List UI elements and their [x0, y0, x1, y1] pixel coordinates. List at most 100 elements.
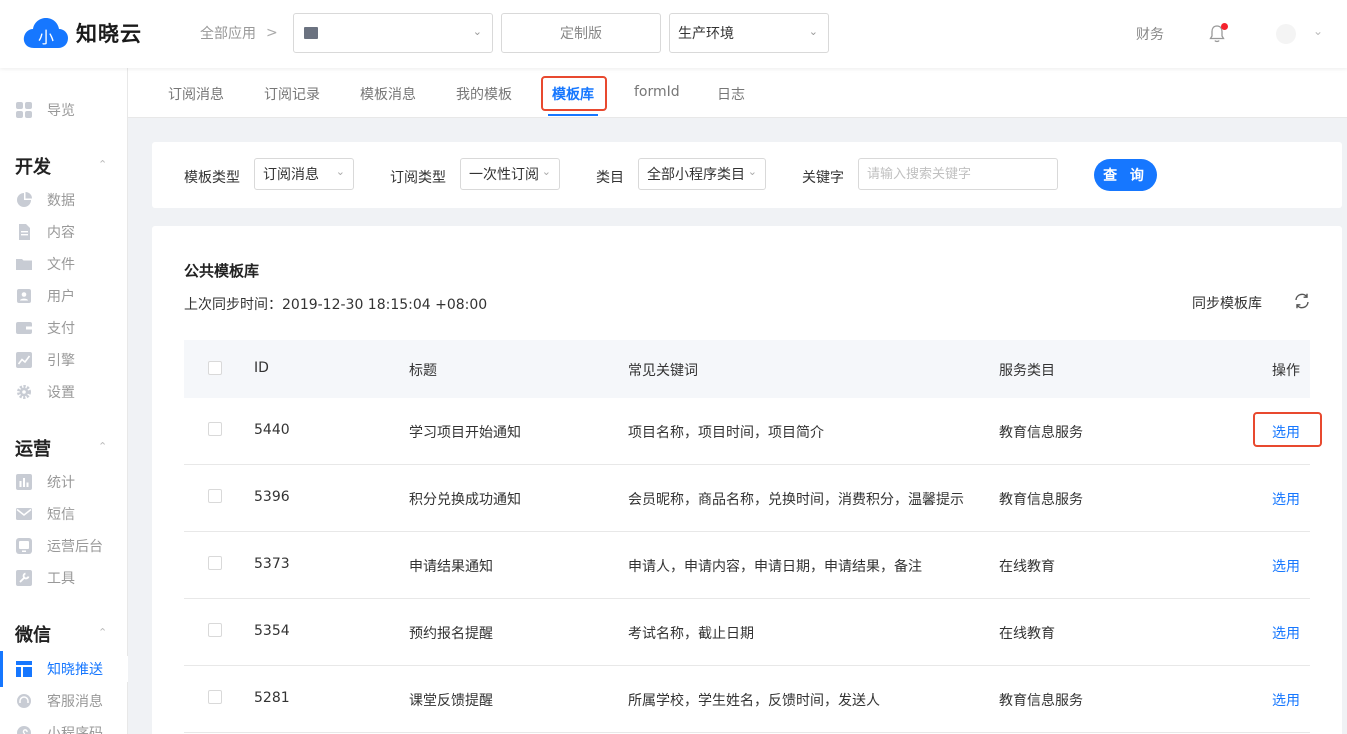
sidebar-item-label: 小程序码	[47, 726, 103, 734]
active-tab-indicator	[548, 114, 598, 116]
trend-chart-icon	[16, 352, 32, 368]
sidebar-item-label: 工具	[47, 571, 75, 587]
all-apps-label: 全部应用	[200, 26, 256, 42]
tab-template-messages[interactable]: 模板消息	[360, 84, 416, 104]
top-header: 小 知晓云 全部应用 > ⌄ 定制版 生产环境 ⌄ 财务 ⌄	[0, 0, 1347, 68]
sidebar-item-push[interactable]: 知晓推送	[0, 651, 128, 687]
sidebar-item-overview[interactable]: 导览	[0, 97, 128, 123]
row-category: 在线教育	[999, 626, 1055, 642]
category-label: 类目	[596, 170, 624, 186]
app-selector[interactable]: ⌄	[293, 13, 493, 53]
category-value: 全部小程序类目	[647, 167, 745, 183]
sidebar-item-label: 短信	[47, 507, 75, 523]
column-header-id: ID	[254, 360, 269, 376]
sidebar-item-files[interactable]: 文件	[0, 251, 128, 277]
query-button[interactable]: 查 询	[1094, 159, 1157, 191]
sync-library-button[interactable]: 同步模板库	[1192, 293, 1262, 313]
environment-selector[interactable]: 生产环境 ⌄	[669, 13, 829, 53]
row-id: 5396	[254, 489, 290, 505]
sidebar-item-content[interactable]: 内容	[0, 219, 128, 245]
sidebar-item-sms[interactable]: 短信	[0, 501, 128, 527]
logo-cloud-icon: 小	[22, 16, 70, 50]
sidebar-item-engine[interactable]: 引擎	[0, 347, 128, 373]
sidebar-item-settings[interactable]: 设置	[0, 379, 128, 405]
filter-bar: 模板类型 订阅消息 ⌄ 订阅类型 一次性订阅 ⌄ 类目 全部小程序类目 ⌄ 关键…	[152, 142, 1342, 208]
row-category: 教育信息服务	[999, 492, 1083, 508]
avatar[interactable]	[1276, 24, 1296, 44]
sidebar-item-label: 统计	[47, 475, 75, 491]
sidebar-item-data[interactable]: 数据	[0, 187, 128, 213]
sidebar-item-label: 支付	[47, 321, 75, 337]
last-sync-time: 上次同步时间：2019-12-30 18:15:04 +08:00	[184, 297, 488, 313]
table-row: 5396 积分兑换成功通知 会员昵称，商品名称，兑换时间，消费积分，温馨提示 教…	[184, 465, 1310, 532]
subscribe-type-label: 订阅类型	[390, 170, 446, 186]
table-header: ID 标题 常见关键词 服务类目 操作	[184, 340, 1310, 398]
sidebar-group-title[interactable]: 开发	[15, 153, 51, 179]
row-checkbox[interactable]	[208, 556, 222, 570]
select-template-button[interactable]: 选用	[1272, 690, 1300, 710]
tab-logs[interactable]: 日志	[717, 84, 745, 104]
row-id: 5281	[254, 690, 290, 706]
select-all-checkbox[interactable]	[208, 361, 222, 375]
section-title: 公共模板库	[184, 262, 260, 280]
tab-my-templates[interactable]: 我的模板	[456, 84, 512, 104]
all-apps-link[interactable]: 全部应用 >	[200, 23, 278, 43]
row-title: 课堂反馈提醒	[409, 693, 493, 709]
row-checkbox[interactable]	[208, 690, 222, 704]
subscribe-type-value: 一次性订阅	[469, 167, 539, 183]
sidebar-item-label: 文件	[47, 257, 75, 273]
select-template-button[interactable]: 选用	[1272, 556, 1300, 576]
sidebar-item-label: 客服消息	[47, 694, 103, 710]
subscribe-type-select[interactable]: 一次性订阅 ⌄	[460, 158, 560, 190]
sidebar-item-qrcode[interactable]: 小程序码	[0, 720, 128, 734]
select-template-button[interactable]: 选用	[1272, 489, 1300, 509]
category-select[interactable]: 全部小程序类目 ⌄	[638, 158, 766, 190]
document-icon	[16, 224, 32, 240]
sidebar-item-tools[interactable]: 工具	[0, 565, 128, 591]
column-header-category: 服务类目	[999, 363, 1055, 379]
wallet-icon	[16, 320, 32, 336]
logo-text: 知晓云	[76, 22, 142, 46]
chevron-up-icon[interactable]: ⌃	[98, 158, 107, 171]
refresh-icon[interactable]	[1293, 292, 1311, 310]
sidebar-item-ops-backend[interactable]: 运营后台	[0, 533, 128, 559]
row-title: 申请结果通知	[409, 559, 493, 575]
table-row: 5440 学习项目开始通知 项目名称，项目时间，项目简介 教育信息服务 选用	[184, 398, 1310, 465]
sidebar-group-title[interactable]: 微信	[15, 621, 51, 647]
sidebar-item-users[interactable]: 用户	[0, 283, 128, 309]
logo[interactable]: 小 知晓云	[22, 16, 142, 50]
tab-subscribe-messages[interactable]: 订阅消息	[168, 84, 224, 104]
edition-button[interactable]: 定制版	[501, 13, 661, 53]
chevron-down-icon: ⌄	[747, 165, 757, 178]
keyword-label: 关键字	[802, 170, 844, 186]
chevron-up-icon[interactable]: ⌃	[98, 626, 107, 639]
sidebar-item-label: 数据	[47, 193, 75, 209]
template-type-select[interactable]: 订阅消息 ⌄	[254, 158, 354, 190]
layout-icon	[16, 661, 32, 677]
table-row: 5373 申请结果通知 申请人，申请内容，申请日期，申请结果，备注 在线教育 选…	[184, 532, 1310, 599]
row-id: 5354	[254, 623, 290, 639]
grid-icon	[16, 102, 32, 118]
chevron-down-icon: ⌄	[335, 165, 345, 178]
row-checkbox[interactable]	[208, 489, 222, 503]
chevron-right-icon: >	[266, 25, 278, 41]
select-template-button[interactable]: 选用	[1272, 623, 1300, 643]
row-checkbox[interactable]	[208, 623, 222, 637]
keyword-search-input[interactable]	[858, 158, 1058, 190]
tab-bar: 订阅消息 订阅记录 模板消息 我的模板 模板库 formId 日志	[128, 68, 1347, 118]
mail-icon	[16, 506, 32, 522]
column-header-keywords: 常见关键词	[628, 363, 698, 379]
sidebar-item-customer-service[interactable]: 客服消息	[0, 688, 128, 714]
tab-formid[interactable]: formId	[634, 84, 680, 100]
chevron-down-icon[interactable]: ⌄	[1313, 24, 1323, 38]
finance-link[interactable]: 财务	[1136, 24, 1164, 44]
sidebar-group-title[interactable]: 运营	[15, 435, 51, 461]
chevron-up-icon[interactable]: ⌃	[98, 440, 107, 453]
row-checkbox[interactable]	[208, 422, 222, 436]
row-keywords: 会员昵称，商品名称，兑换时间，消费积分，温馨提示	[628, 492, 964, 508]
bar-chart-icon	[16, 474, 32, 490]
row-keywords: 申请人，申请内容，申请日期，申请结果，备注	[628, 559, 922, 575]
sidebar-item-stats[interactable]: 统计	[0, 469, 128, 495]
sidebar-item-payment[interactable]: 支付	[0, 315, 128, 341]
tab-subscribe-records[interactable]: 订阅记录	[264, 84, 320, 104]
